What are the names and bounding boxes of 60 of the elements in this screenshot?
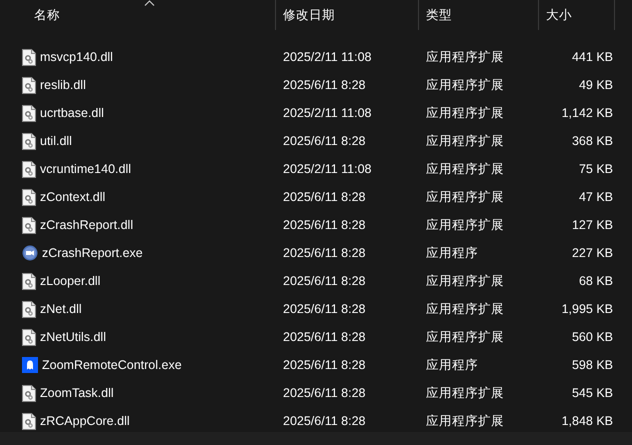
file-type: 应用程序扩展	[426, 50, 504, 64]
file-type: 应用程序扩展	[426, 78, 504, 92]
file-type: 应用程序扩展	[426, 302, 504, 316]
file-name[interactable]: reslib.dll	[40, 76, 86, 94]
modified-date: 2025/2/11 11:08	[283, 162, 372, 176]
file-type: 应用程序扩展	[426, 386, 504, 400]
file-size: 545 KB	[572, 386, 613, 400]
file-name[interactable]: zContext.dll	[40, 188, 106, 206]
file-size: 75 KB	[578, 162, 613, 176]
file-size: 598 KB	[572, 358, 613, 372]
file-size: 368 KB	[572, 134, 613, 148]
file-size: 1,848 KB	[562, 414, 613, 428]
file-type: 应用程序扩展	[426, 162, 504, 176]
file-type: 应用程序扩展	[426, 106, 504, 120]
file-type: 应用程序扩展	[426, 330, 504, 344]
modified-date: 2025/6/11 8:28	[283, 246, 366, 260]
file-size: 68 KB	[578, 274, 613, 288]
column-header[interactable]: 修改日期	[283, 6, 335, 24]
file-name[interactable]: zNetUtils.dll	[40, 328, 106, 346]
file-size: 1,142 KB	[562, 106, 613, 120]
column-header[interactable]: 名称	[34, 6, 60, 24]
file-name[interactable]: vcruntime140.dll	[40, 160, 132, 178]
file-type: 应用程序扩展	[426, 414, 504, 428]
file-size: 560 KB	[572, 330, 613, 344]
file-type: 应用程序扩展	[426, 190, 504, 204]
file-name[interactable]: ZoomTask.dll	[40, 384, 114, 402]
column-header[interactable]: 大小	[546, 6, 572, 24]
modified-date: 2025/6/11 8:28	[283, 414, 366, 428]
modified-date: 2025/6/11 8:28	[283, 190, 366, 204]
modified-date: 2025/6/11 8:28	[283, 218, 366, 232]
file-name[interactable]: zCrashReport.exe	[42, 244, 143, 262]
file-name[interactable]: zNet.dll	[40, 300, 82, 318]
column-header[interactable]: 类型	[426, 6, 452, 24]
file-name[interactable]: zCrashReport.dll	[40, 216, 134, 234]
file-name[interactable]: zRCAppCore.dll	[40, 412, 130, 430]
file-size: 127 KB	[572, 218, 613, 232]
file-size: 1,995 KB	[562, 302, 613, 316]
file-type: 应用程序扩展	[426, 218, 504, 232]
file-name[interactable]: msvcp140.dll	[40, 48, 113, 66]
file-type: 应用程序	[426, 246, 478, 260]
file-size: 227 KB	[572, 246, 613, 260]
modified-date: 2025/6/11 8:28	[283, 302, 366, 316]
modified-date: 2025/2/11 11:08	[283, 106, 372, 120]
file-name[interactable]: ucrtbase.dll	[40, 104, 104, 122]
modified-date: 2025/6/11 8:28	[283, 386, 366, 400]
modified-date: 2025/6/11 8:28	[283, 358, 366, 372]
file-name[interactable]: util.dll	[40, 132, 72, 150]
modified-date: 2025/6/11 8:28	[283, 274, 366, 288]
file-size: 441 KB	[572, 50, 613, 64]
file-type: 应用程序扩展	[426, 134, 504, 148]
file-size: 49 KB	[578, 78, 613, 92]
modified-date: 2025/6/11 8:28	[283, 78, 366, 92]
file-type: 应用程序扩展	[426, 274, 504, 288]
file-size: 47 KB	[578, 190, 613, 204]
file-name[interactable]: zLooper.dll	[40, 272, 100, 290]
modified-date: 2025/2/11 11:08	[283, 50, 372, 64]
modified-date: 2025/6/11 8:28	[283, 134, 366, 148]
file-name[interactable]: ZoomRemoteControl.exe	[42, 356, 182, 374]
file-type: 应用程序	[426, 358, 478, 372]
modified-date: 2025/6/11 8:28	[283, 330, 366, 344]
